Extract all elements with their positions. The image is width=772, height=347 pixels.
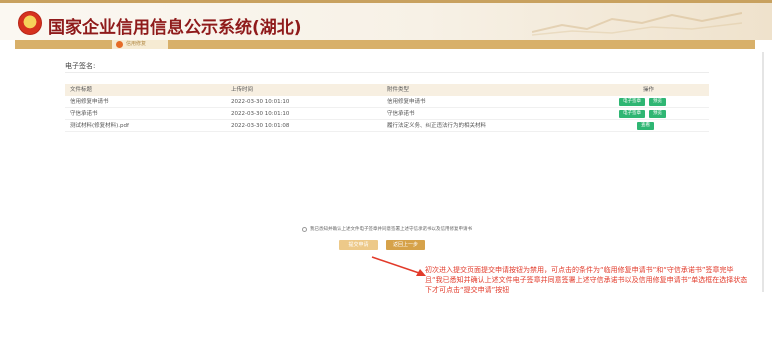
attachment-type: 履行法定义务、纠正违法行为的相关材料 (387, 123, 487, 129)
file-title: 信用修复申请书 (70, 99, 109, 105)
attachments-table: 文件标题 上传时间 附件类型 操作 信用修复申请书 2022-03-30 10:… (65, 84, 709, 132)
view-button[interactable]: 查看 (637, 122, 654, 130)
divider (65, 72, 709, 73)
table-header: 文件标题 上传时间 附件类型 操作 (65, 84, 709, 96)
section-title: 电子签名: (65, 62, 96, 70)
column-header: 附件类型 (387, 87, 410, 93)
site-title: 国家企业信用信息公示系统(湖北) (48, 18, 302, 38)
e-signature-button[interactable]: 电子签章 (619, 98, 645, 106)
home-icon (116, 41, 123, 48)
upload-time: 2022-03-30 10:01:10 (231, 111, 290, 117)
column-header: 文件标题 (70, 87, 93, 93)
agreement-text: 我已悉知并确认上述文件电子签章并同意签署上述守信承诺书以及信用修复申请书 (310, 227, 472, 232)
table-row: 守信承诺书 2022-03-30 10:01:10 守信承诺书 电子签章 预览 (65, 108, 709, 120)
column-header: 上传时间 (231, 87, 254, 93)
upload-time: 2022-03-30 10:01:08 (231, 123, 290, 129)
table-row: 测试材料(修复材料).pdf 2022-03-30 10:01:08 履行法定义… (65, 120, 709, 132)
file-title: 测试材料(修复材料).pdf (70, 123, 129, 129)
preview-button[interactable]: 预览 (649, 110, 666, 118)
column-header: 操作 (643, 87, 655, 93)
great-wall-decoration (532, 12, 742, 36)
back-button[interactable]: 返回上一步 (386, 240, 425, 250)
annotation-note: 初次进入提交页面提交申请按钮为禁用，可点击的条件为“临用修复申请书”和“守信承诺… (425, 266, 748, 294)
tab-label: 信用修复 (126, 41, 147, 47)
agreement-option[interactable]: 我已悉知并确认上述文件电子签章并同意签署上述守信承诺书以及信用修复申请书 (302, 226, 472, 232)
site-header: 国家企业信用信息公示系统(湖北) (0, 0, 772, 40)
preview-button[interactable]: 预览 (649, 98, 666, 106)
upload-time: 2022-03-30 10:01:10 (231, 99, 290, 105)
e-signature-button[interactable]: 电子签章 (619, 110, 645, 118)
scrollbar[interactable] (762, 52, 764, 292)
agreement-radio[interactable] (302, 226, 307, 232)
national-emblem-icon (18, 11, 42, 35)
table-row: 信用修复申请书 2022-03-30 10:01:10 信用修复申请书 电子签章… (65, 96, 709, 108)
submit-button[interactable]: 提交申请 (339, 240, 378, 250)
annotation-arrow-icon (371, 256, 426, 276)
tab-credit-repair[interactable]: 信用修复 (112, 40, 168, 49)
attachment-type: 守信承诺书 (387, 111, 415, 117)
file-title: 守信承诺书 (70, 111, 98, 117)
attachment-type: 信用修复申请书 (387, 99, 426, 105)
